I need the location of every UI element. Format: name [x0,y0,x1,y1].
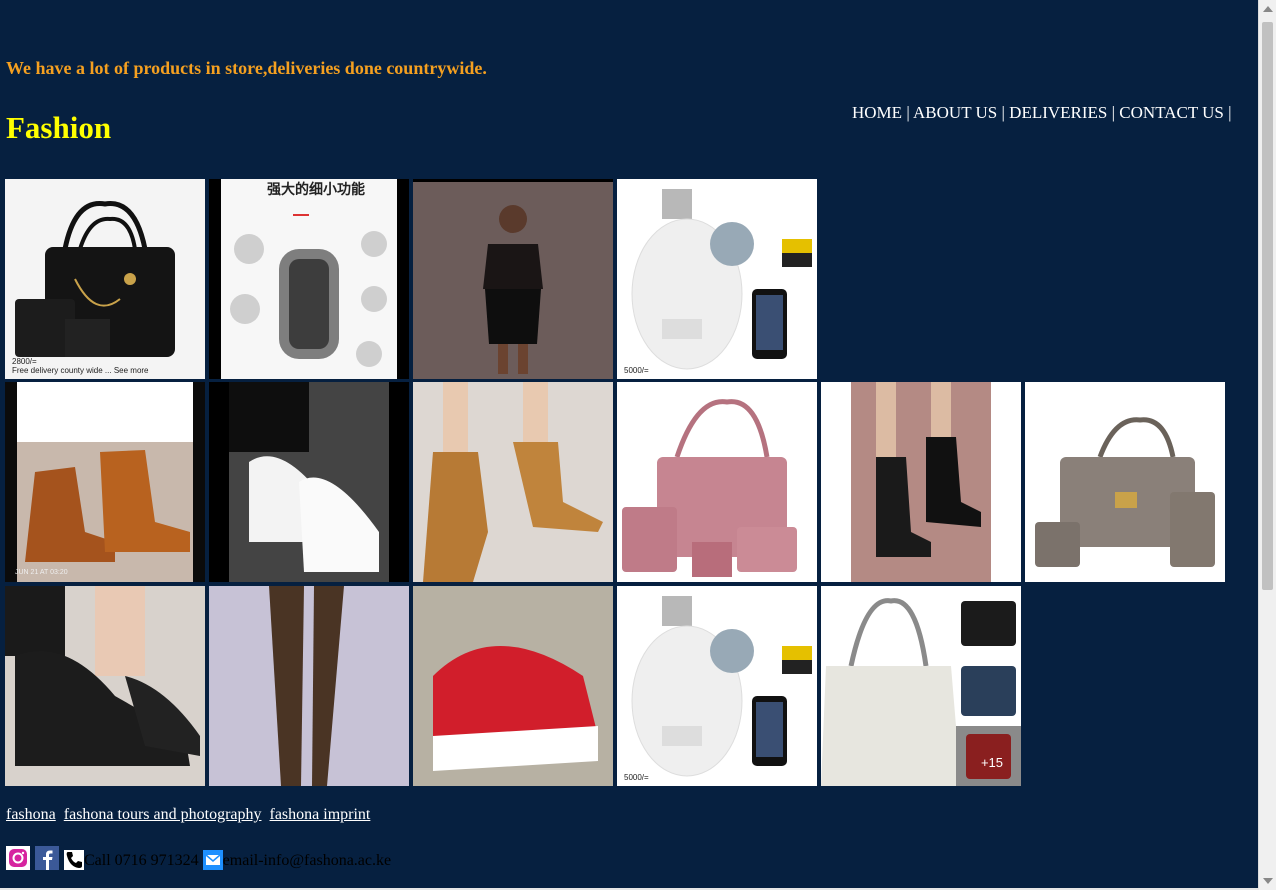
nav-about-link[interactable]: ABOUT US [913,103,997,122]
instagram-icon[interactable] [6,846,30,870]
nav-separator: | [1111,103,1116,122]
product-tile-handbag-set-black[interactable]: 2800/= Free delivery county wide ... See… [5,179,205,379]
scroll-up-arrow[interactable] [1263,6,1273,12]
nav-home-link[interactable]: HOME [852,103,902,122]
footer-link-fashona[interactable]: fashona [6,806,56,823]
black-sneakers-image [5,586,205,786]
pink-bag-image [617,382,817,582]
handbag-image [5,179,205,379]
price-caption: 5000/= [624,773,649,782]
footer-link-imprint[interactable]: fashona imprint [270,806,371,823]
nav-contact-link[interactable]: CONTACT US [1119,103,1224,122]
nav-separator: | [1001,103,1005,122]
footer-link-tours[interactable]: fashona tours and photography [64,806,262,823]
white-sneakers-image [209,382,409,582]
product-tile-lace-dress[interactable] [413,179,613,379]
timestamp-caption: JUN 21 AT 03:20 [15,569,68,576]
facebook-icon[interactable] [35,846,59,870]
product-tile-bulb-camera[interactable]: 5000/= [617,179,817,379]
product-tile-mesh-boots[interactable] [209,586,409,786]
price-caption: 5000/= [624,366,649,375]
tagline: We have a lot of products in store,deliv… [6,58,487,78]
email-text: email-info@fashona.ac.ke [222,852,392,869]
mesh-boots-image [209,586,409,786]
brand-title: Fashion [6,110,112,145]
price-caption: 2800/= Free delivery county wide ... See… [12,357,149,375]
bulb-camera-image [617,179,817,379]
black-ankle-boots-image [821,382,1021,582]
scroll-thumb[interactable] [1262,22,1273,590]
product-tile-black-ankle-boots[interactable] [821,382,1021,582]
footer-links: fashona fashona tours and photography fa… [6,806,374,824]
nav-separator: | [1228,103,1232,122]
product-tile-brown-boots[interactable]: JUN 21 AT 03:20 [5,382,205,582]
bulb-camera-image [617,586,817,786]
dress-image [413,179,613,379]
product-tile-pink-bag-set[interactable] [617,382,817,582]
product-tile-white-sneakers[interactable] [209,382,409,582]
phone-text: Call 0716 971324 [84,852,199,869]
vertical-scrollbar[interactable] [1258,0,1276,890]
product-tile-red-sneakers[interactable] [413,586,613,786]
product-tile-backpack[interactable]: 强大的细小功能 [209,179,409,379]
grey-bag-image [1025,382,1225,582]
top-nav: HOME | ABOUT US | DELIVERIES | CONTACT U… [852,103,1232,123]
heel-boots-image [413,382,613,582]
product-tile-heel-boots[interactable] [413,382,613,582]
email-icon[interactable] [202,850,223,870]
scroll-down-arrow[interactable] [1263,878,1273,884]
product-tile-bulb-camera-2[interactable]: 5000/= [617,586,817,786]
nav-deliveries-link[interactable]: DELIVERIES [1009,103,1107,122]
red-sneakers-image [413,586,613,786]
more-count-badge: +15 [980,755,1003,770]
nav-separator: | [906,103,910,122]
product-tile-grey-bag-set[interactable] [1025,382,1225,582]
contact-row: Call 0716 971324 email-info@fashona.ac.k… [6,842,391,870]
caption-text: 强大的细小功能 [267,181,365,197]
phone-icon [64,850,84,870]
brown-boots-image [5,382,205,582]
product-tile-black-sneakers[interactable] [5,586,205,786]
product-tile-tote-collection[interactable]: +15 [821,586,1021,786]
backpack-image [209,179,409,379]
